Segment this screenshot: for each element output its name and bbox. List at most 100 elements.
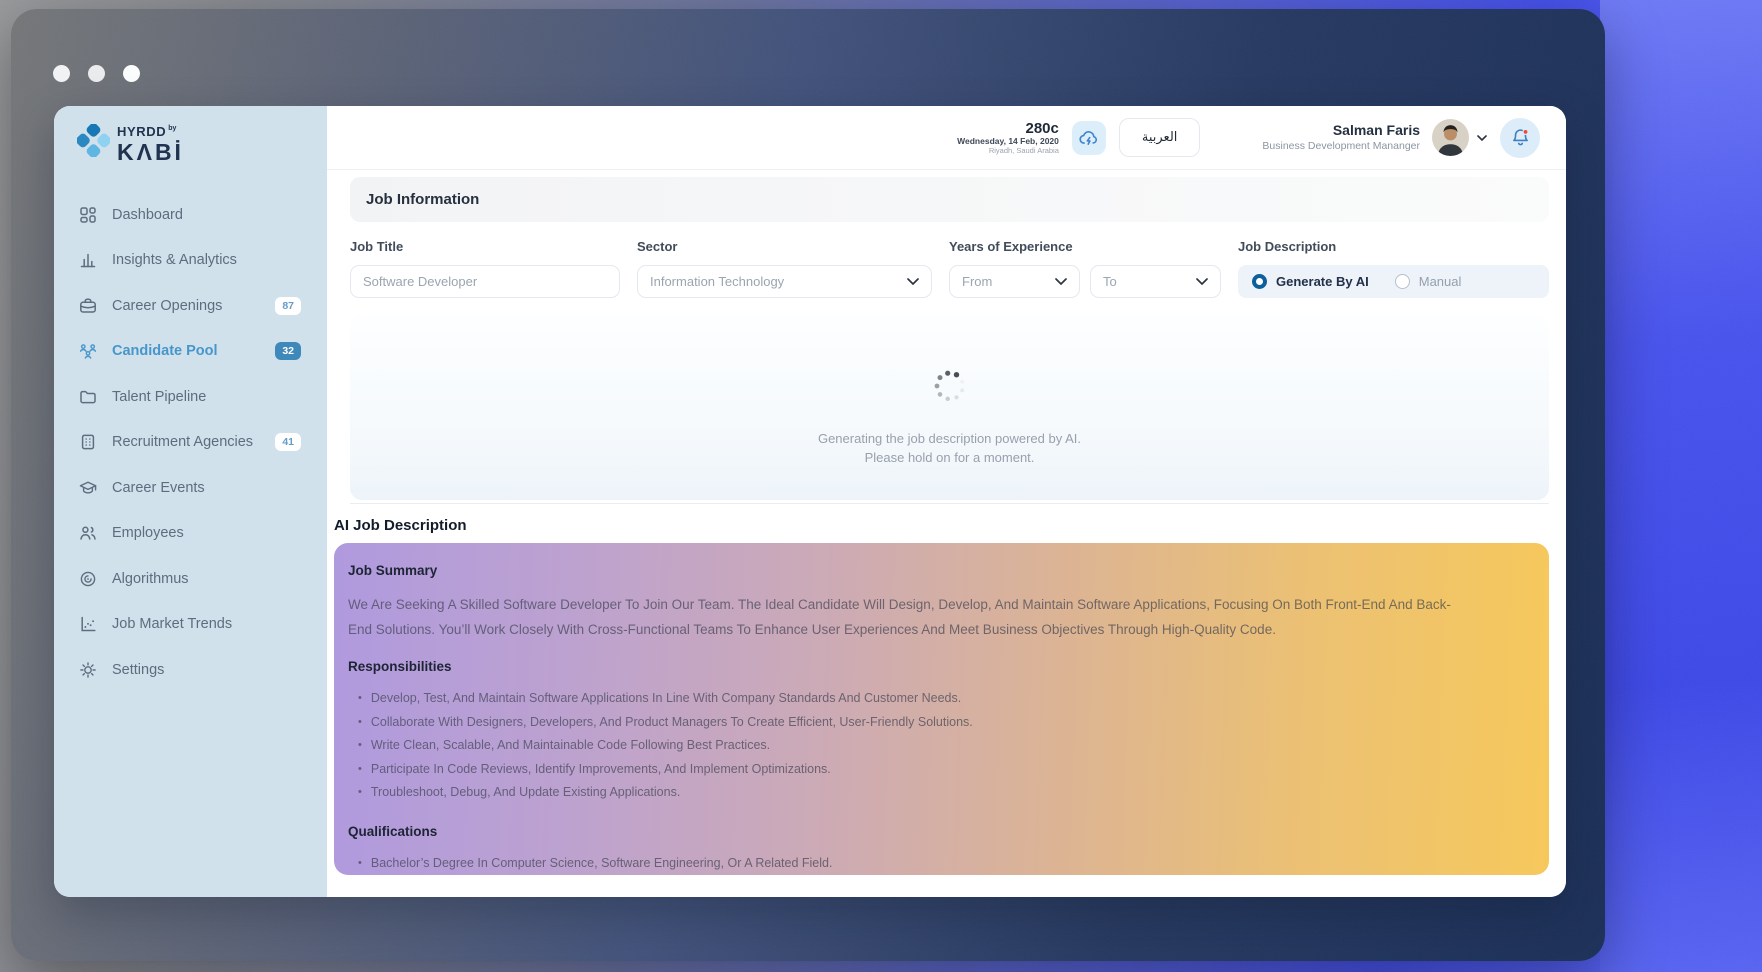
window-control-dot[interactable] xyxy=(123,65,140,82)
sidebar-item-label: Dashboard xyxy=(112,207,301,223)
window-controls xyxy=(53,65,140,82)
graduation-cap-icon xyxy=(78,478,98,498)
brand-logo: HYRDDby KΛBİ xyxy=(77,124,184,164)
user-name: Salman Faris xyxy=(1262,122,1420,140)
app-card: HYRDDby KΛBİ Dashboard Insights & Analyt… xyxy=(54,106,1566,897)
notifications-button[interactable] xyxy=(1500,118,1540,158)
bell-icon xyxy=(1510,127,1531,148)
trend-axis-icon xyxy=(78,614,98,634)
sidebar-item-employees[interactable]: Employees xyxy=(54,511,327,557)
job-summary-heading: Job Summary xyxy=(348,563,1509,578)
experience-to-select[interactable]: To xyxy=(1090,265,1221,298)
responsibilities-heading: Responsibilities xyxy=(348,659,1509,674)
sector-select[interactable]: Information Technology xyxy=(637,265,932,298)
sector-selected-value: Information Technology xyxy=(650,274,784,289)
chevron-down-icon xyxy=(1196,278,1208,285)
sidebar-item-dashboard[interactable]: Dashboard xyxy=(54,192,327,238)
job-title-label: Job Title xyxy=(350,240,620,254)
sidebar-item-candidate-pool[interactable]: Candidate Pool 32 xyxy=(54,329,327,375)
experience-label: Years of Experience xyxy=(949,240,1221,254)
responsibility-item: •Participate In Code Reviews, Identify I… xyxy=(358,758,1509,782)
cloud-lightning-icon xyxy=(1078,127,1100,149)
responsibility-item: •Write Clean, Scalable, And Maintainable… xyxy=(358,734,1509,758)
dashboard-grid-icon xyxy=(78,205,98,225)
sidebar-item-career-events[interactable]: Career Events xyxy=(54,465,327,511)
loading-message-line1: Generating the job description powered b… xyxy=(350,430,1549,449)
radio-unselected-icon xyxy=(1395,274,1410,289)
notification-dot xyxy=(1523,129,1528,134)
loading-message: Generating the job description powered b… xyxy=(350,430,1549,467)
sidebar-item-insights-analytics[interactable]: Insights & Analytics xyxy=(54,238,327,284)
sidebar-item-settings[interactable]: Settings xyxy=(54,647,327,693)
responsibility-item: •Troubleshoot, Debug, And Update Existin… xyxy=(358,781,1509,805)
brand-by: by xyxy=(168,125,176,132)
sidebar-item-label: Recruitment Agencies xyxy=(112,434,261,450)
job-description-mode-group: Generate By AI Manual xyxy=(1238,265,1549,298)
job-summary-text: We Are Seeking A Skilled Software Develo… xyxy=(348,592,1463,642)
wallpaper-blue-band xyxy=(1600,0,1762,972)
current-location: Riyadh, Saudi Arabia xyxy=(957,147,1059,156)
gear-icon xyxy=(78,660,98,680)
sidebar-item-label: Algorithmus xyxy=(112,571,301,587)
sidebar-item-label: Employees xyxy=(112,525,301,541)
radio-selected-icon xyxy=(1252,274,1267,289)
weather-summary: 280c Wednesday, 14 Feb, 2020 Riyadh, Sau… xyxy=(957,120,1059,156)
people-group-icon xyxy=(78,341,98,361)
sidebar-item-label: Insights & Analytics xyxy=(112,252,301,268)
experience-to-placeholder: To xyxy=(1103,274,1117,289)
responsibility-item: •Collaborate With Designers, Developers,… xyxy=(358,711,1509,735)
sidebar-item-label: Candidate Pool xyxy=(112,343,261,359)
brand-name-top: HYRDD xyxy=(117,124,166,139)
briefcase-icon xyxy=(78,296,98,316)
building-icon xyxy=(78,432,98,452)
experience-from-select[interactable]: From xyxy=(949,265,1080,298)
ai-job-description-panel: Job Summary We Are Seeking A Skilled Sof… xyxy=(334,543,1549,875)
window-control-dot[interactable] xyxy=(53,65,70,82)
language-toggle-button[interactable]: العربية xyxy=(1119,118,1201,157)
experience-field: Years of Experience From To xyxy=(949,240,1221,298)
page-content: Job Information Job Title Sector Informa… xyxy=(350,170,1549,875)
sidebar-item-label: Settings xyxy=(112,662,301,678)
qualification-item: •Bachelor’s Degree In Computer Science, … xyxy=(358,852,1509,876)
sidebar-item-label: Job Market Trends xyxy=(112,616,301,632)
qualifications-list: •Bachelor’s Degree In Computer Science, … xyxy=(348,852,1509,876)
window-control-dot[interactable] xyxy=(88,65,105,82)
chevron-down-icon xyxy=(1055,278,1067,285)
job-description-field: Job Description Generate By AI Manual xyxy=(1238,240,1549,298)
weather-widget[interactable] xyxy=(1072,121,1106,155)
loading-spinner-icon xyxy=(932,368,968,404)
job-description-label: Job Description xyxy=(1238,240,1549,254)
recruitment-agencies-count-badge: 41 xyxy=(275,433,301,451)
sidebar-item-label: Career Events xyxy=(112,480,301,496)
sidebar-item-job-market-trends[interactable]: Job Market Trends xyxy=(54,602,327,648)
top-header-bar: 280c Wednesday, 14 Feb, 2020 Riyadh, Sau… xyxy=(327,106,1566,170)
career-openings-count-badge: 87 xyxy=(275,297,301,315)
sector-field: Sector Information Technology xyxy=(637,240,932,298)
section-divider xyxy=(350,503,1549,504)
sidebar-item-recruitment-agencies[interactable]: Recruitment Agencies 41 xyxy=(54,420,327,466)
desktop-wallpaper: HYRDDby KΛBİ Dashboard Insights & Analyt… xyxy=(0,0,1762,972)
job-title-field: Job Title xyxy=(350,240,620,298)
bar-chart-icon xyxy=(78,250,98,270)
qualifications-heading: Qualifications xyxy=(348,824,1509,839)
sector-label: Sector xyxy=(637,240,932,254)
sidebar-item-label: Talent Pipeline xyxy=(112,389,301,405)
ai-job-description-title: AI Job Description xyxy=(334,517,1549,534)
sidebar-item-algorithmus[interactable]: Algorithmus xyxy=(54,556,327,602)
chevron-down-icon xyxy=(907,278,919,285)
chevron-down-icon xyxy=(1477,135,1487,141)
responsibility-item: •Develop, Test, And Maintain Software Ap… xyxy=(358,687,1509,711)
two-people-icon xyxy=(78,523,98,543)
ai-generation-loading-panel: Generating the job description powered b… xyxy=(350,316,1549,500)
job-title-input[interactable] xyxy=(350,265,620,298)
spiral-target-icon xyxy=(78,569,98,589)
folder-icon xyxy=(78,387,98,407)
kabi-clover-icon xyxy=(77,124,110,157)
profile-dropdown-caret[interactable] xyxy=(1477,135,1487,141)
generate-by-ai-radio[interactable]: Generate By AI xyxy=(1252,274,1369,289)
experience-from-placeholder: From xyxy=(962,274,992,289)
sidebar-item-talent-pipeline[interactable]: Talent Pipeline xyxy=(54,374,327,420)
manual-radio[interactable]: Manual xyxy=(1395,274,1462,289)
avatar[interactable] xyxy=(1432,119,1469,156)
sidebar-item-career-openings[interactable]: Career Openings 87 xyxy=(54,283,327,329)
